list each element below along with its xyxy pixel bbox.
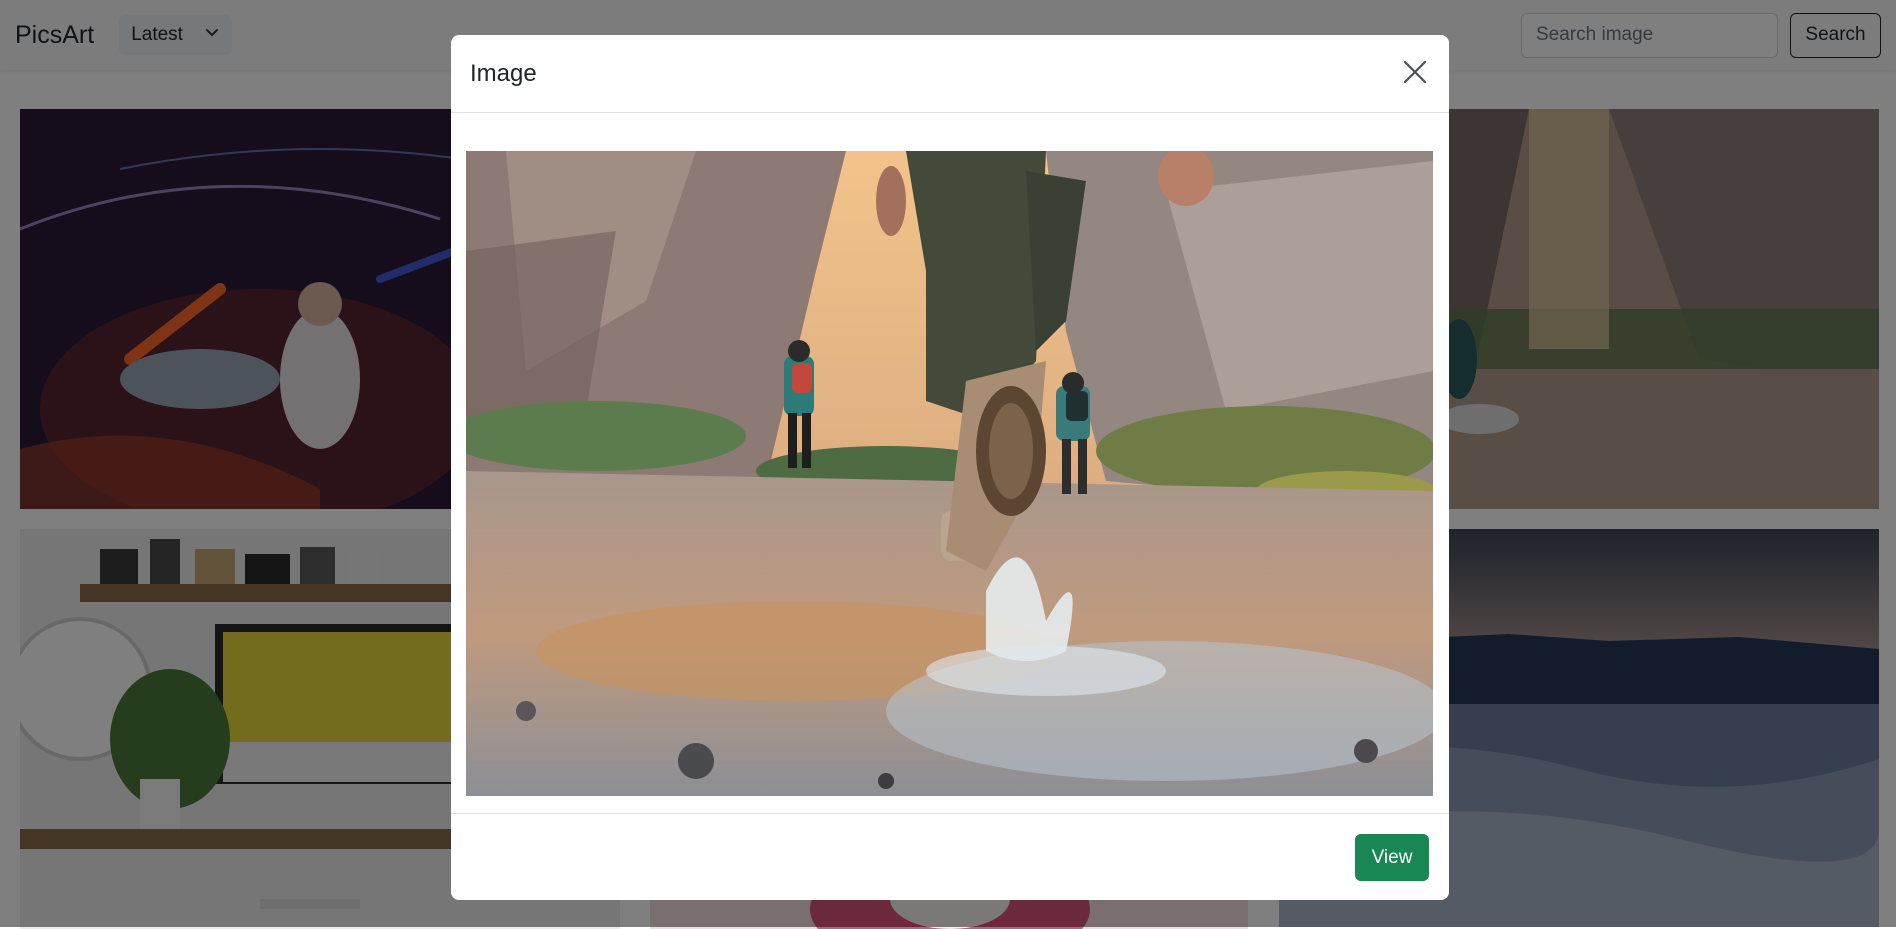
image-modal: Image View [451, 35, 1449, 900]
modal-footer: View [451, 813, 1449, 900]
modal-close-button[interactable] [1400, 59, 1430, 89]
modal-title: Image [470, 59, 537, 87]
modal-header: Image [451, 35, 1449, 113]
view-button[interactable]: View [1355, 834, 1429, 881]
modal-image [466, 151, 1433, 796]
close-icon [1403, 60, 1427, 87]
